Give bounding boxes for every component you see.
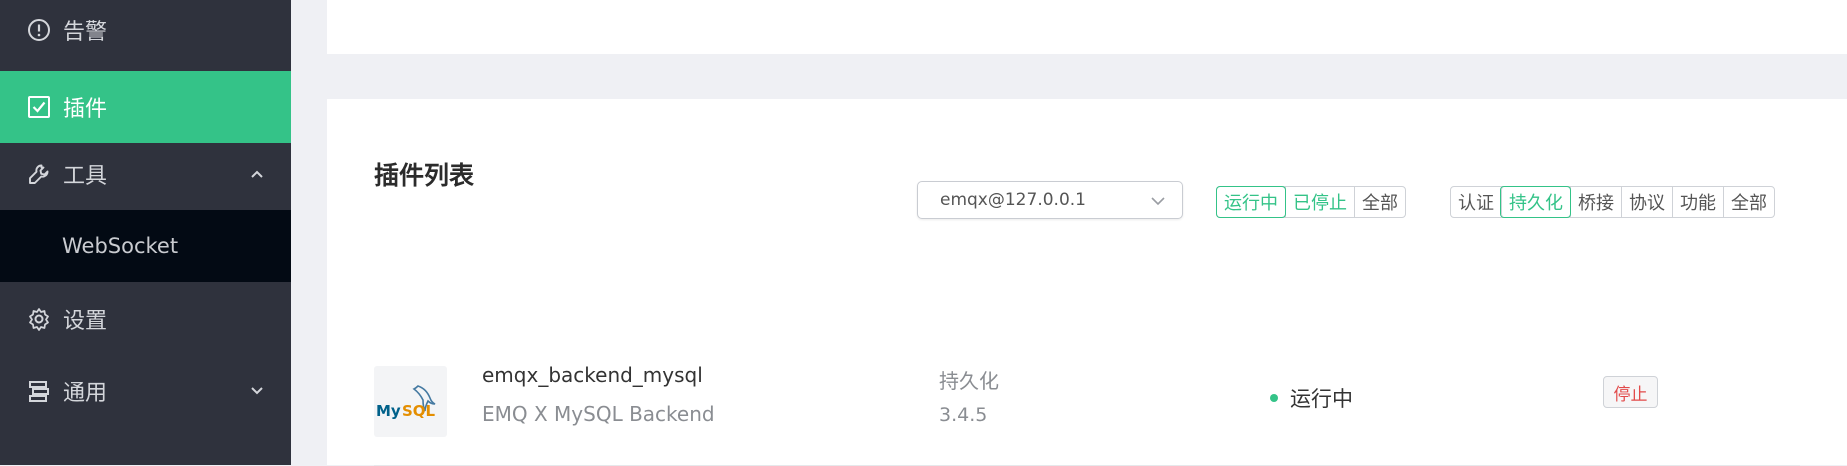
sidebar-item-label: 设置 [63, 309, 108, 334]
alert-circle-icon [26, 17, 52, 43]
filter-feature-button[interactable]: 功能 [1672, 187, 1723, 217]
filter-stopped-button[interactable]: 已停止 [1285, 187, 1354, 217]
plugin-type: 持久化 [939, 369, 999, 393]
sidebar-item-label: WebSocket [62, 234, 179, 258]
chevron-up-icon [249, 166, 265, 182]
plugin-status: 运行中 [1270, 383, 1353, 413]
svg-text:My: My [376, 402, 401, 420]
node-select-value: emqx@127.0.0.1 [940, 190, 1086, 210]
sidebar-item-general[interactable]: 通用 [0, 355, 291, 427]
filter-auth-button[interactable]: 认证 [1451, 187, 1501, 217]
plugin-status-label: 运行中 [1290, 387, 1353, 411]
sidebar-item-alarms[interactable]: 告警 [0, 0, 291, 66]
plugin-name: emqx_backend_mysql [482, 363, 703, 387]
status-dot-icon [1270, 394, 1278, 402]
sidebar: 告警 插件 工具 WebSocket 设置 通用 [0, 0, 291, 465]
layers-icon [26, 378, 52, 404]
filter-bridge-button[interactable]: 桥接 [1570, 187, 1621, 217]
gear-icon [26, 306, 52, 332]
page-title: 插件列表 [374, 161, 475, 190]
type-filter: 认证 持久化 桥接 协议 功能 全部 [1450, 186, 1775, 218]
plugin-row: My SQL emqx_backend_mysql EMQ X MySQL Ba… [374, 353, 1800, 466]
plugins-card: 插件列表 emqx@127.0.0.1 运行中 已停止 全部 认证 持久化 桥接… [327, 99, 1847, 466]
filter-all-type-button[interactable]: 全部 [1723, 187, 1774, 217]
sidebar-item-label: 通用 [63, 381, 108, 406]
wrench-icon [26, 161, 52, 187]
filter-running-button[interactable]: 运行中 [1217, 187, 1285, 217]
plugin-version: 3.4.5 [939, 404, 988, 426]
mysql-logo: My SQL [374, 366, 447, 437]
sidebar-item-label: 插件 [63, 97, 108, 122]
top-card [327, 0, 1847, 54]
chevron-down-icon [249, 383, 265, 399]
sidebar-item-plugins[interactable]: 插件 [0, 71, 291, 143]
chevron-down-icon [1150, 193, 1166, 207]
sidebar-item-tools[interactable]: 工具 [0, 138, 291, 210]
filter-protocol-button[interactable]: 协议 [1621, 187, 1672, 217]
filter-all-status-button[interactable]: 全部 [1354, 187, 1405, 217]
svg-text:SQL: SQL [402, 402, 436, 420]
plugin-description: EMQ X MySQL Backend [482, 402, 715, 426]
sidebar-item-label: 工具 [63, 164, 108, 189]
node-select[interactable]: emqx@127.0.0.1 [917, 181, 1183, 219]
filter-persistence-button[interactable]: 持久化 [1501, 187, 1570, 217]
status-filter: 运行中 已停止 全部 [1216, 186, 1406, 218]
sidebar-subitem-websocket[interactable]: WebSocket [0, 210, 291, 282]
sidebar-item-settings[interactable]: 设置 [0, 283, 291, 355]
sidebar-item-label: 告警 [63, 20, 108, 45]
stop-plugin-button[interactable]: 停止 [1603, 376, 1658, 408]
check-square-icon [26, 94, 52, 120]
